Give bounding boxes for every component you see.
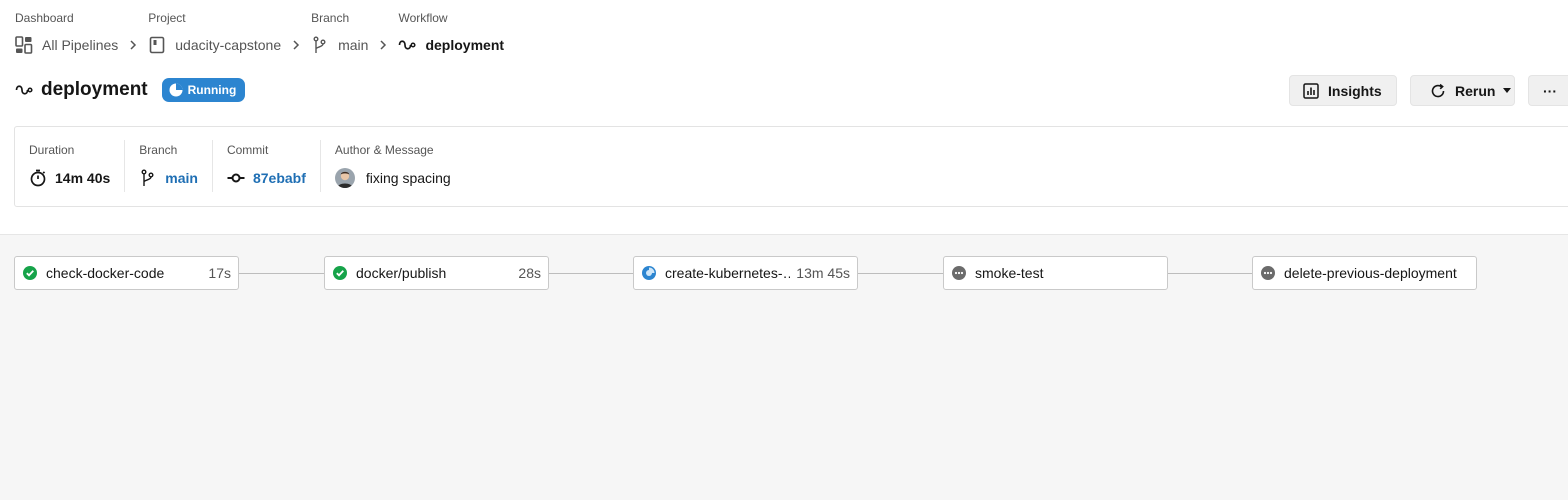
job-duration: 28s xyxy=(518,265,541,281)
info-commit: Commit 87ebabf xyxy=(213,140,321,192)
info-author: Author & Message fixing spacing xyxy=(321,140,465,192)
status-badge-label: Running xyxy=(187,83,237,97)
status-badge: Running xyxy=(161,78,246,102)
commit-value: 87ebabf xyxy=(252,170,306,186)
job-check-docker-code[interactable]: check-docker-code 17s xyxy=(14,256,239,290)
job-connector xyxy=(239,273,324,274)
caret-down-icon xyxy=(1503,88,1512,93)
avatar[interactable] xyxy=(334,168,355,188)
commit-label: Commit xyxy=(226,143,269,157)
refresh-icon xyxy=(1430,83,1446,99)
breadcrumb-workflow-link[interactable]: deployment xyxy=(398,35,504,55)
author-label: Author & Message xyxy=(334,143,434,157)
breadcrumb-project-label: Project xyxy=(148,11,186,25)
insights-label: Insights xyxy=(1328,82,1382,99)
stopwatch-icon xyxy=(29,169,47,187)
info-duration: Duration 14m 40s xyxy=(15,140,126,192)
success-icon xyxy=(23,266,37,280)
job-name: delete-previous-deployment xyxy=(1284,265,1457,281)
job-name: smoke-test xyxy=(975,265,1044,281)
bar-chart-icon xyxy=(1303,82,1319,99)
repository-icon xyxy=(148,36,166,54)
chevron-right-icon xyxy=(128,40,138,50)
job-smoke-test[interactable]: smoke-test xyxy=(943,256,1168,290)
breadcrumb-dashboard-value: All Pipelines xyxy=(42,37,119,53)
breadcrumb-branch[interactable]: Branch main xyxy=(311,11,368,55)
commit-icon xyxy=(227,169,245,187)
success-icon xyxy=(333,266,347,280)
job-duration: 13m 45s xyxy=(796,265,850,281)
page-title: deployment xyxy=(41,79,148,100)
job-create-kubernetes[interactable]: create-kubernetes-… 13m 45s xyxy=(633,256,858,290)
breadcrumb-project[interactable]: Project udacity-capstone xyxy=(148,11,281,55)
branch-icon xyxy=(311,36,329,54)
job-delete-previous-deployment[interactable]: delete-previous-deployment xyxy=(1252,256,1477,290)
workflow-icon xyxy=(398,36,417,54)
duration-value: 14m 40s xyxy=(55,170,111,186)
breadcrumb-branch-value: main xyxy=(338,37,369,53)
author-row: fixing spacing xyxy=(334,168,451,188)
chevron-right-icon xyxy=(291,40,301,50)
duration-label: Duration xyxy=(29,143,75,157)
breadcrumb-dashboard-link[interactable]: All Pipelines xyxy=(15,35,118,55)
commit-message: fixing spacing xyxy=(365,170,451,186)
workflow-icon xyxy=(15,81,33,99)
branch-value: main xyxy=(165,170,198,186)
header-actions: Insights Rerun ··· xyxy=(1276,75,1568,106)
rerun-button[interactable]: Rerun xyxy=(1410,75,1515,106)
job-duration: 17s xyxy=(208,265,231,281)
commit-link[interactable]: 87ebabf xyxy=(227,168,306,188)
branch-icon xyxy=(139,169,157,187)
job-name: docker/publish xyxy=(356,265,447,281)
breadcrumb-dashboard-label: Dashboard xyxy=(15,11,74,25)
branch-link[interactable]: main xyxy=(139,168,198,188)
pending-icon xyxy=(952,266,966,280)
job-name: create-kubernetes-… xyxy=(665,265,791,281)
breadcrumb-workflow-label: Workflow xyxy=(398,11,448,25)
branch-label: Branch xyxy=(139,143,178,157)
breadcrumb-branch-link[interactable]: main xyxy=(311,35,368,55)
job-docker-publish[interactable]: docker/publish 28s xyxy=(324,256,549,290)
title-row: deployment Running xyxy=(15,76,246,104)
pipeline-info-card: Duration 14m 40s Branch main Commit 87eb… xyxy=(14,126,1568,207)
running-icon xyxy=(642,266,656,280)
breadcrumb-project-link[interactable]: udacity-capstone xyxy=(148,35,281,55)
workflow-graph: check-docker-code 17s docker/publish 28s… xyxy=(0,234,1568,500)
insights-button[interactable]: Insights xyxy=(1289,75,1397,106)
breadcrumb: Dashboard All Pipelines Project udacity-… xyxy=(15,11,504,55)
breadcrumb-workflow-value: deployment xyxy=(425,37,505,53)
breadcrumb-branch-label: Branch xyxy=(311,11,350,25)
duration-value-row: 14m 40s xyxy=(29,168,110,188)
pending-icon xyxy=(1261,266,1275,280)
more-icon: ··· xyxy=(1543,82,1557,99)
job-connector xyxy=(1167,273,1252,274)
breadcrumb-project-value: udacity-capstone xyxy=(175,37,282,53)
job-connector xyxy=(858,273,943,274)
rerun-label: Rerun xyxy=(1455,82,1496,99)
chevron-right-icon xyxy=(378,40,388,50)
job-connector xyxy=(548,273,633,274)
info-branch: Branch main xyxy=(125,140,213,192)
breadcrumb-dashboard[interactable]: Dashboard All Pipelines xyxy=(15,11,118,55)
dashboard-icon xyxy=(15,36,33,54)
breadcrumb-workflow[interactable]: Workflow deployment xyxy=(398,11,504,55)
job-name: check-docker-code xyxy=(46,265,165,281)
more-options-button[interactable]: ··· xyxy=(1528,75,1568,106)
running-icon xyxy=(169,83,183,97)
